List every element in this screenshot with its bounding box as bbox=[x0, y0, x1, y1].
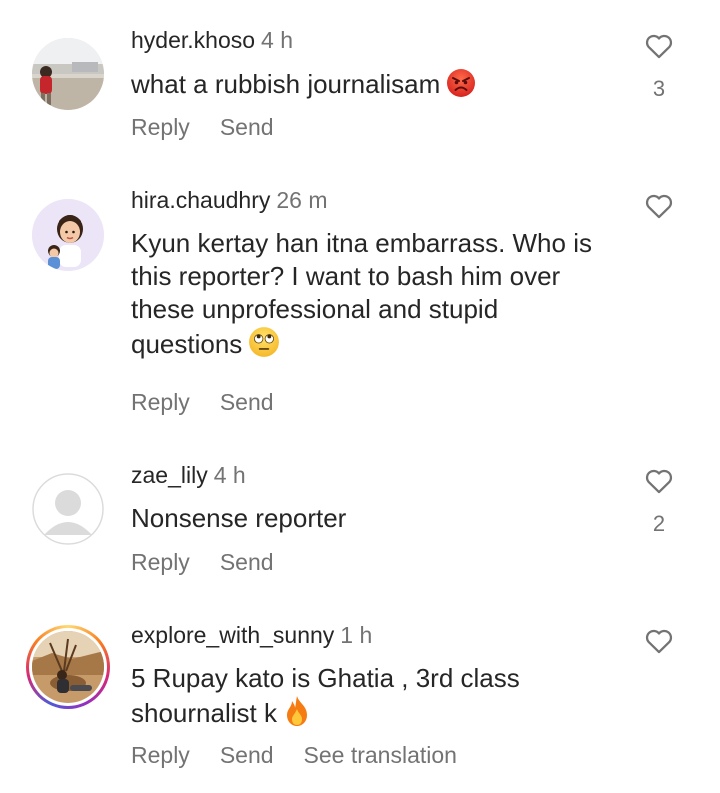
fire-icon bbox=[283, 695, 311, 735]
comment-header: explore_with_sunny 1 h bbox=[131, 621, 372, 649]
send-button[interactable]: Send bbox=[220, 114, 274, 140]
comment-body: Kyun kertay han itna embarrass. Who is t… bbox=[131, 228, 592, 359]
comment-actions: Reply Send See translation bbox=[131, 742, 487, 769]
comment-text: 5 Rupay kato is Ghatia , 3rd class shour… bbox=[131, 662, 601, 735]
comment-header: hyder.khoso 4 h bbox=[131, 26, 293, 54]
comment-actions: Reply Send bbox=[131, 114, 304, 141]
comment-actions: Reply Send bbox=[131, 389, 304, 416]
comment-body: what a rubbish journalisam bbox=[131, 69, 441, 99]
timestamp: 4 h bbox=[213, 462, 246, 488]
see-translation-button[interactable]: See translation bbox=[304, 742, 457, 768]
send-button[interactable]: Send bbox=[220, 389, 274, 415]
heart-icon[interactable] bbox=[642, 188, 676, 222]
reply-button[interactable]: Reply bbox=[131, 742, 190, 768]
timestamp: 26 m bbox=[276, 187, 328, 213]
heart-icon[interactable] bbox=[642, 623, 676, 657]
heart-icon[interactable] bbox=[642, 463, 676, 497]
comment-body: 5 Rupay kato is Ghatia , 3rd class shour… bbox=[131, 663, 520, 728]
comment-text: Nonsense reporter bbox=[131, 502, 601, 535]
comment-actions: Reply Send bbox=[131, 549, 304, 576]
send-button[interactable]: Send bbox=[220, 549, 274, 575]
comment-header: zae_lily 4 h bbox=[131, 461, 246, 489]
like-count: 2 bbox=[652, 511, 666, 536]
timestamp: 4 h bbox=[261, 27, 294, 53]
username[interactable]: explore_with_sunny bbox=[131, 622, 334, 648]
reply-button[interactable]: Reply bbox=[131, 549, 190, 575]
comment-header: hira.chaudhry 26 m bbox=[131, 186, 328, 214]
heart-icon[interactable] bbox=[642, 28, 676, 62]
reply-button[interactable]: Reply bbox=[131, 389, 190, 415]
timestamp: 1 h bbox=[340, 622, 373, 648]
avatar-story-ring[interactable] bbox=[26, 625, 110, 709]
send-button[interactable]: Send bbox=[220, 742, 274, 768]
comment-text: Kyun kertay han itna embarrass. Who is t… bbox=[131, 227, 611, 366]
avatar[interactable] bbox=[32, 38, 104, 110]
username[interactable]: zae_lily bbox=[131, 462, 208, 488]
reply-button[interactable]: Reply bbox=[131, 114, 190, 140]
comment-text: what a rubbish journalisam bbox=[131, 68, 601, 106]
avatar bbox=[32, 631, 104, 703]
username[interactable]: hira.chaudhry bbox=[131, 187, 270, 213]
avatar-ring-gap bbox=[29, 628, 107, 706]
comment-body: Nonsense reporter bbox=[131, 503, 347, 533]
avatar[interactable] bbox=[32, 473, 104, 545]
eye-roll-face-icon bbox=[248, 326, 280, 366]
angry-face-icon bbox=[446, 68, 476, 106]
avatar[interactable] bbox=[32, 199, 104, 271]
like-count: 3 bbox=[652, 76, 666, 101]
username[interactable]: hyder.khoso bbox=[131, 27, 255, 53]
